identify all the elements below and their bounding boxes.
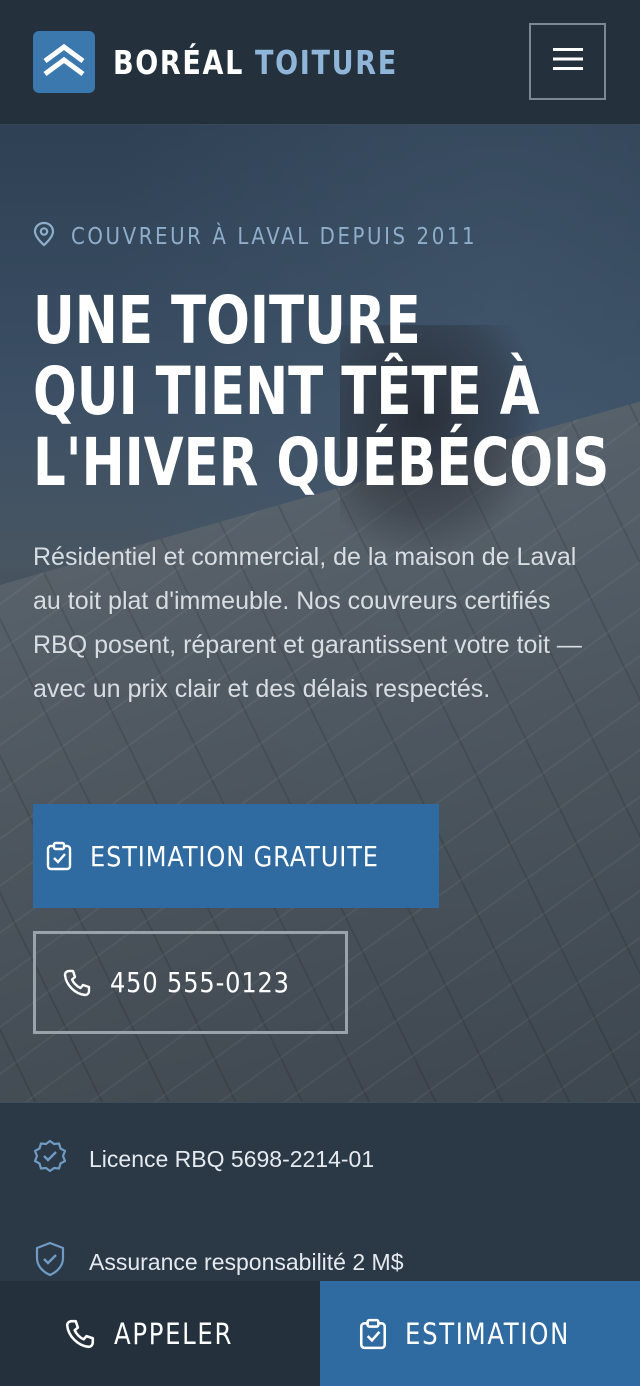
hamburger-menu-icon (552, 47, 583, 76)
map-pin-icon (33, 221, 55, 253)
trust-item-label: Licence RBQ 5698-2214-01 (89, 1145, 375, 1172)
shield-check-icon (33, 1241, 67, 1283)
hero-tagline-text: COUVREUR À LAVAL DEPUIS 2011 (71, 224, 478, 250)
hero-title-line: L'HIVER QUÉBÉCOIS (33, 424, 610, 501)
free-estimate-label: ESTIMATION GRATUITE (90, 839, 379, 873)
hero-tagline: COUVREUR À LAVAL DEPUIS 2011 (33, 221, 543, 253)
site-header: BORÉAL TOITURE (0, 0, 640, 125)
estimate-button[interactable]: ESTIMATION (320, 1281, 640, 1386)
clipboard-check-icon (46, 841, 72, 871)
estimate-label: ESTIMATION (404, 1316, 570, 1351)
call-label: APPELER (114, 1316, 234, 1351)
hero-lead: Résidentiel et commercial, de la maison … (33, 543, 582, 703)
bottom-action-bar: APPELER ESTIMATION (0, 1281, 640, 1386)
hero-title-line: UNE TOITURE (33, 282, 421, 359)
hero-title: UNE TOITURE QUI TIENT TÊTE À L'HIVER QUÉ… (33, 282, 610, 501)
logo[interactable] (33, 31, 95, 93)
list-item: Licence RBQ 5698-2214-01 (33, 1139, 374, 1179)
badge-check-icon (33, 1139, 67, 1179)
phone-number-label: 450 555-0123 (109, 966, 290, 999)
brand-name[interactable]: BORÉAL TOITURE (113, 46, 398, 79)
roof-chevron-icon (41, 43, 87, 82)
brand-name-secondary: TOITURE (255, 42, 398, 82)
phone-icon (62, 968, 92, 998)
hero-section: COUVREUR À LAVAL DEPUIS 2011 UNE TOITURE… (0, 125, 640, 1102)
list-item: Assurance responsabilité 2 M$ (33, 1241, 404, 1283)
free-estimate-button[interactable]: ESTIMATION GRATUITE (33, 804, 439, 908)
hero-title-line: QUI TIENT TÊTE À (33, 353, 540, 430)
phone-call-button[interactable]: 450 555-0123 (33, 931, 348, 1034)
call-button[interactable]: APPELER (0, 1281, 320, 1386)
brand-name-primary: BORÉAL (113, 42, 244, 82)
clipboard-check-icon (359, 1318, 387, 1350)
trust-item-label: Assurance responsabilité 2 M$ (89, 1248, 404, 1275)
menu-button[interactable] (529, 23, 606, 100)
phone-icon (64, 1318, 96, 1350)
